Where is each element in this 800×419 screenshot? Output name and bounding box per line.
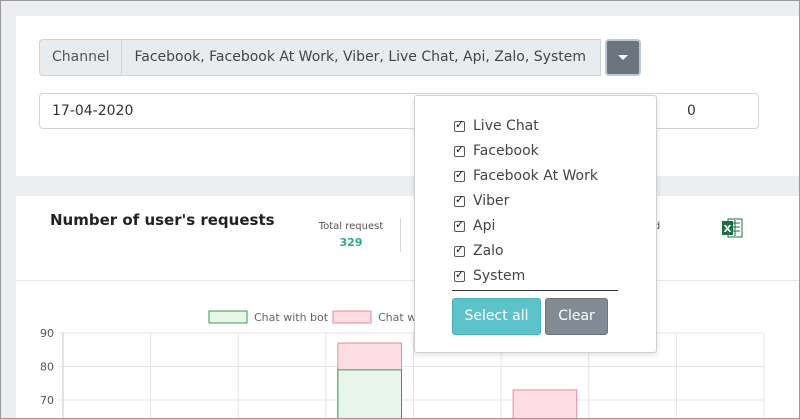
checkbox-icon[interactable] [454, 243, 465, 257]
bar-other [512, 389, 578, 419]
channel-option[interactable]: System [454, 266, 525, 286]
channel-option[interactable]: Viber [454, 191, 509, 211]
checkbox-icon[interactable] [454, 268, 465, 282]
legend-label: Chat with bot [254, 311, 329, 324]
stats-divider [16, 280, 800, 281]
channel-option-label: Facebook At Work [473, 168, 598, 184]
channel-option[interactable]: Api [454, 216, 495, 236]
stats-title: Number of user's requests [50, 211, 275, 229]
svg-text:X: X [724, 224, 732, 235]
channel-option[interactable]: Zalo [454, 241, 504, 261]
checkbox-icon[interactable] [454, 168, 465, 182]
channel-option-label: Api [473, 218, 496, 234]
channel-option-label: Facebook [473, 143, 539, 159]
chart-y-ticks: 90 80 70 [40, 327, 54, 407]
channel-selected-value[interactable]: Facebook, Facebook At Work, Viber, Live … [122, 39, 602, 76]
checkbox-icon[interactable] [454, 118, 465, 132]
channel-option-label: Live Chat [473, 118, 539, 134]
y-tick-label: 80 [40, 361, 54, 374]
y-tick-label: 90 [40, 327, 54, 340]
chart-legend: Chat with bot Chat w [208, 310, 416, 324]
caret-down-icon [618, 55, 628, 60]
channel-option-label: System [473, 268, 526, 284]
channel-option-label: Zalo [473, 243, 504, 259]
channel-option[interactable]: Facebook At Work [454, 166, 598, 186]
excel-export-icon[interactable]: X [721, 218, 743, 238]
channel-option[interactable]: Facebook [454, 141, 539, 161]
menu-divider [452, 290, 618, 291]
channel-dropdown-menu: Live Chat Facebook Facebook At Work Viber Ap… [414, 95, 657, 353]
date-value-tail: 0 [687, 103, 696, 119]
channel-filter[interactable]: Channel Facebook, Facebook At Work, Vibe… [39, 39, 602, 76]
requests-chart: Chat with bot Chat w 90 80 70 [40, 310, 765, 419]
date-value: 17-04-2020 [52, 103, 134, 119]
checkbox-icon[interactable] [454, 218, 465, 232]
channel-dropdown-toggle-button[interactable] [605, 39, 641, 76]
y-tick-label: 70 [40, 394, 54, 407]
legend-swatch [332, 310, 372, 324]
chart-grid [58, 332, 765, 419]
checkbox-icon[interactable] [454, 193, 465, 207]
channel-option[interactable]: Live Chat [454, 116, 539, 136]
total-request-value: 329 [339, 236, 363, 249]
legend-swatch [208, 310, 248, 324]
channel-option-label: Viber [473, 193, 510, 209]
clear-button[interactable]: Clear [545, 298, 608, 335]
chart-bars [337, 342, 578, 419]
select-all-button[interactable]: Select all [452, 298, 541, 335]
total-request-label: Total request [318, 221, 384, 232]
bar-chat-with-bot [337, 369, 402, 419]
stats-separator [400, 218, 401, 252]
checkbox-icon[interactable] [454, 143, 465, 157]
channel-label: Channel [39, 39, 123, 76]
legend-label: Chat w [378, 311, 416, 324]
